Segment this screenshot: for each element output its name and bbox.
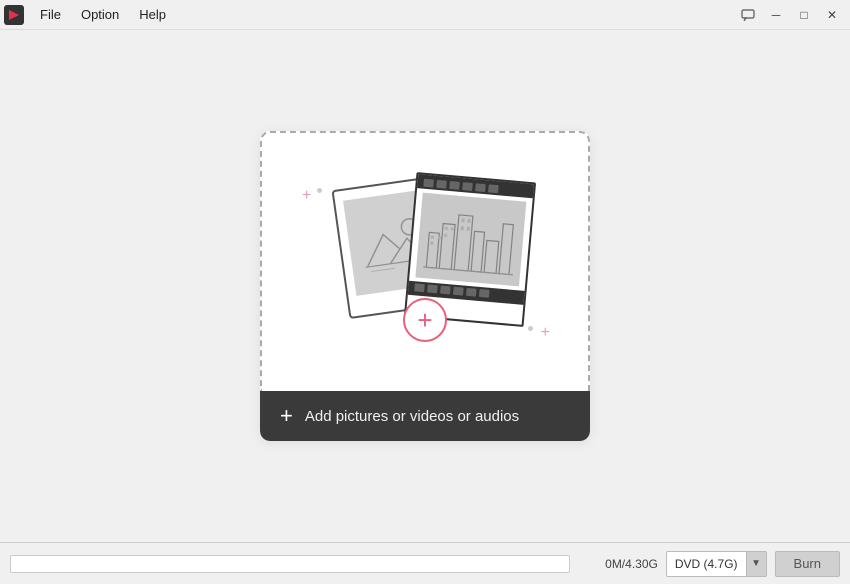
add-plus-icon: +	[280, 405, 293, 427]
deco-plus-2: +	[541, 325, 550, 341]
drop-zone-inner: + +	[260, 131, 590, 391]
drop-zone[interactable]: + +	[260, 131, 590, 441]
size-info: 0M/4.30G	[578, 557, 658, 571]
app-logo	[4, 5, 24, 25]
window-controls: ─ □ ✕	[734, 3, 846, 27]
main-content: + +	[0, 30, 850, 542]
minimize-button[interactable]: ─	[762, 3, 790, 27]
menu-option[interactable]: Option	[71, 3, 129, 26]
plus-circle-icon: +	[403, 298, 447, 342]
menu-file[interactable]: File	[30, 3, 71, 26]
close-button[interactable]: ✕	[818, 3, 846, 27]
dvd-dropdown-arrow[interactable]: ▼	[746, 551, 766, 577]
menu-bar: File Option Help	[30, 3, 734, 26]
add-media-label: Add pictures or videos or audios	[305, 408, 519, 425]
burn-button[interactable]: Burn	[775, 551, 840, 577]
menu-help[interactable]: Help	[129, 3, 176, 26]
title-bar: File Option Help ─ □ ✕	[0, 0, 850, 30]
status-bar: 0M/4.30G DVD (4.7G) ▼ Burn	[0, 542, 850, 584]
dvd-label: DVD (4.7G)	[667, 557, 746, 571]
illustration: +	[320, 172, 530, 362]
progress-bar	[10, 555, 570, 573]
add-media-button[interactable]: + Add pictures or videos or audios	[260, 391, 590, 441]
maximize-button[interactable]: □	[790, 3, 818, 27]
chat-button[interactable]	[734, 3, 762, 27]
dvd-selector[interactable]: DVD (4.7G) ▼	[666, 551, 767, 577]
deco-plus-1: +	[302, 188, 311, 204]
